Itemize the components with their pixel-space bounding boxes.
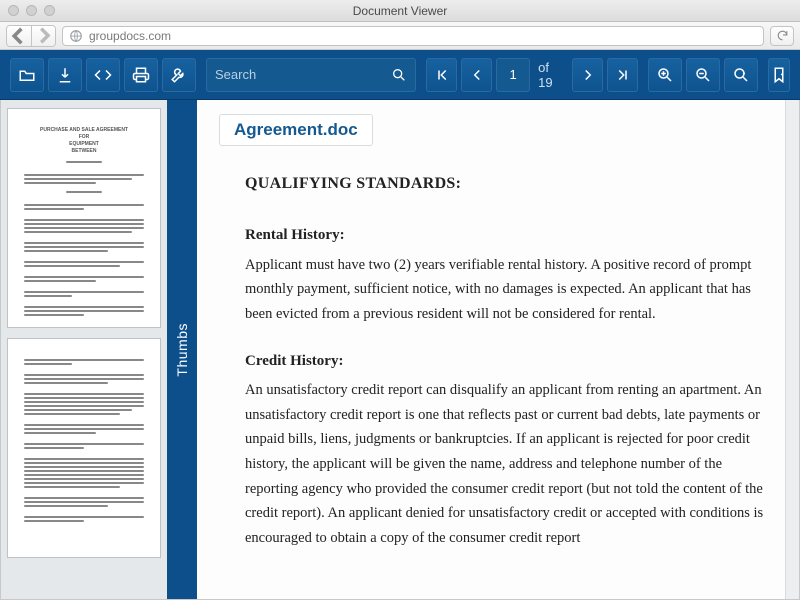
tools-button[interactable] [162,58,196,92]
zoom-in-button[interactable] [648,58,682,92]
close-window-button[interactable] [8,5,19,16]
viewer-toolbar: of 19 [0,50,800,100]
address-field[interactable]: groupdocs.com [62,26,764,46]
site-icon [69,29,83,43]
thumbnail-page-2[interactable] [7,338,161,558]
download-button[interactable] [48,58,82,92]
document-pane: Agreement.doc QUALIFYING STANDARDS: Rent… [197,100,799,599]
search-box[interactable] [206,58,416,92]
bookmark-button[interactable] [768,58,790,92]
back-button[interactable] [7,26,31,46]
thumbs-tab[interactable]: Thumbs [167,100,197,599]
last-page-button[interactable] [607,58,638,92]
pager: of 19 [426,58,638,92]
minimize-window-button[interactable] [26,5,37,16]
section-title: Credit History: [245,349,775,375]
zoom-options-button[interactable] [724,58,758,92]
section-title: Rental History: [245,223,775,249]
next-page-button[interactable] [572,58,603,92]
search-icon [391,67,407,83]
url-text: groupdocs.com [89,29,171,43]
reload-button[interactable] [770,26,794,46]
page-number-input[interactable] [496,58,530,92]
window-controls [0,5,55,16]
page-count-label: of 19 [538,60,564,90]
thumbs-tab-label: Thumbs [174,323,190,377]
prev-page-button[interactable] [461,58,492,92]
forward-button[interactable] [31,26,55,46]
doc-heading: QUALIFYING STANDARDS: [245,170,775,197]
thumbnail-page-1[interactable]: PURCHASE AND SALE AGREEMENT FOR EQUIPMEN… [7,108,161,328]
zoom-out-button[interactable] [686,58,720,92]
section-body: Applicant must have two (2) years verifi… [245,253,775,327]
window-titlebar: Document Viewer [0,0,800,22]
open-file-button[interactable] [10,58,44,92]
content-area: PURCHASE AND SALE AGREEMENT FOR EQUIPMEN… [0,100,800,600]
zoom-window-button[interactable] [44,5,55,16]
print-button[interactable] [124,58,158,92]
view-source-button[interactable] [86,58,120,92]
browser-addressbar: groupdocs.com [0,22,800,50]
document-filename: Agreement.doc [219,114,373,146]
thumb-title: PURCHASE AND SALE AGREEMENT FOR EQUIPMEN… [40,127,128,155]
thumbnails-panel: PURCHASE AND SALE AGREEMENT FOR EQUIPMEN… [1,100,167,599]
search-input[interactable] [215,67,391,82]
vertical-scrollbar[interactable] [785,100,799,599]
first-page-button[interactable] [426,58,457,92]
window-title: Document Viewer [0,4,800,18]
document-text: QUALIFYING STANDARDS: Rental History: Ap… [219,170,785,551]
section-body: An unsatisfactory credit report can disq… [245,378,775,550]
nav-button-group [6,25,56,47]
